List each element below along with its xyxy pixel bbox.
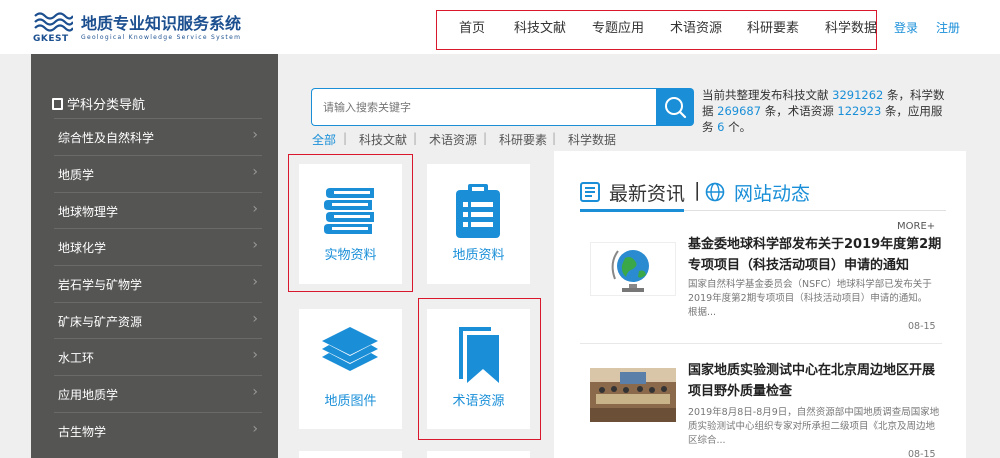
logo-abbr: GKEST xyxy=(33,34,69,44)
sidebar-item[interactable]: 岩石学与矿物学 › xyxy=(54,265,262,302)
chevron-right-icon: › xyxy=(252,237,258,253)
filter-data[interactable]: 科学数据 xyxy=(568,131,616,148)
more-link[interactable]: MORE+ xyxy=(897,221,935,232)
news-icon xyxy=(580,182,600,202)
stats-text: 条，术语资源 xyxy=(764,104,834,118)
filter-all[interactable]: 全部 xyxy=(312,131,336,148)
stats-text: 当前共整理发布科技文献 xyxy=(702,88,829,102)
sidebar-item-label: 应用地质学 xyxy=(58,388,119,402)
article-thumbnail[interactable] xyxy=(590,368,676,422)
filter-literature[interactable]: 科技文献 xyxy=(359,131,407,148)
meeting-room-image xyxy=(590,368,676,422)
chevron-right-icon: › xyxy=(252,164,258,180)
chevron-right-icon: › xyxy=(252,201,258,217)
article-summary: 国家自然科学基金委员会（NSFC）地球科学部已发布关于2019年度第2期专项项目… xyxy=(688,279,942,318)
globe-icon xyxy=(705,182,725,202)
sidebar-item[interactable]: 古生物学 › xyxy=(54,412,262,449)
sidebar-item-label: 综合性及自然科学 xyxy=(58,131,155,145)
stats-data-count: 269687 xyxy=(717,104,762,118)
sidebar-item-label: 岩石学与矿物学 xyxy=(58,278,143,292)
book-icon xyxy=(52,98,63,110)
logo-mark-icon xyxy=(34,12,73,32)
filter-separator: | xyxy=(483,131,488,145)
sidebar-item-label: 矿床与矿产资源 xyxy=(58,315,143,329)
sidebar-item-label: 地质学 xyxy=(58,168,95,182)
sidebar-item-label: 古生物学 xyxy=(58,425,107,439)
sidebar-item[interactable]: 地球物理学 › xyxy=(54,192,262,229)
nav-literature[interactable]: 科技文献 xyxy=(514,17,566,36)
filter-separator: | xyxy=(343,131,348,145)
tab-latest-news[interactable]: 最新资讯 xyxy=(609,179,685,206)
article-date: 08-15 xyxy=(908,449,936,458)
chevron-right-icon: › xyxy=(252,347,258,363)
register-link[interactable]: 注册 xyxy=(936,19,960,36)
filter-separator: | xyxy=(413,131,418,145)
filter-research[interactable]: 科研要素 xyxy=(499,131,547,148)
news-tab-indicator xyxy=(580,209,684,212)
filter-separator: | xyxy=(552,131,557,145)
logo[interactable]: GKEST 地质专业知识服务系统 Geological Knowledge Se… xyxy=(33,8,253,46)
stats-terms-count: 122923 xyxy=(837,104,882,118)
stats-text: 个。 xyxy=(728,120,752,134)
sidebar-item-label: 水工环 xyxy=(58,351,95,365)
stats-summary: 当前共整理发布科技文献 3291262 条，科学数据 269687 条，术语资源… xyxy=(702,87,945,135)
tile-partial xyxy=(427,451,530,458)
chevron-right-icon: › xyxy=(252,274,258,290)
highlight-frame xyxy=(288,154,413,292)
chevron-right-icon: › xyxy=(252,127,258,143)
tile-label: 地质资料 xyxy=(452,248,505,263)
layers-icon xyxy=(322,327,378,371)
article-title[interactable]: 国家地质实验测试中心在北京周边地区开展项目野外质量检查 xyxy=(688,360,942,402)
sidebar-item[interactable]: 水工环 › xyxy=(54,338,262,375)
article-separator xyxy=(580,343,942,344)
search-icon xyxy=(665,97,687,119)
chevron-right-icon: › xyxy=(252,384,258,400)
sidebar-title: 学科分类导航 xyxy=(67,98,146,113)
logo-title: 地质专业知识服务系统 xyxy=(81,14,242,33)
search-input[interactable] xyxy=(312,89,657,125)
stats-literature-count: 3291262 xyxy=(832,88,884,102)
sidebar-header: 学科分类导航 xyxy=(52,94,145,113)
article-title[interactable]: 基金委地球科学部发布关于2019年度第2期专项项目（科技活动项目）申请的通知 xyxy=(688,234,942,276)
article-thumbnail[interactable] xyxy=(590,242,676,296)
subject-sidebar: 学科分类导航 综合性及自然科学 › 地质学 › 地球物理学 › 地球化学 › 岩石学与矿… xyxy=(31,54,278,458)
sidebar-item[interactable]: 应用地质学 › xyxy=(54,375,262,412)
search-button[interactable] xyxy=(656,88,694,126)
logo-subtitle: Geological Knowledge Service System xyxy=(81,34,242,41)
sidebar-item-label: 地球物理学 xyxy=(58,205,119,219)
tile-label: 地质图件 xyxy=(324,394,377,409)
nav-home[interactable]: 首页 xyxy=(459,17,485,36)
nav-data[interactable]: 科学数据 xyxy=(825,17,877,36)
clipboard-list-icon xyxy=(456,184,500,238)
stats-services-count: 6 xyxy=(717,120,725,134)
sidebar-item-label: 地球化学 xyxy=(58,241,107,255)
news-panel: 最新资讯 | 网站动态 MORE+ 基金委地球科学部发布关于2019年度第2期专… xyxy=(554,151,966,458)
nav-topics[interactable]: 专题应用 xyxy=(592,17,644,36)
tile-partial xyxy=(299,451,402,458)
search-box xyxy=(311,88,657,126)
globe-thumbnail-image xyxy=(591,243,675,295)
filter-terms[interactable]: 术语资源 xyxy=(429,131,477,148)
tab-separator: | xyxy=(694,179,701,201)
nav-highlight-frame xyxy=(436,10,877,50)
tab-site-news[interactable]: 网站动态 xyxy=(734,179,810,206)
sidebar-item[interactable]: 地质学 › xyxy=(54,155,262,192)
nav-research[interactable]: 科研要素 xyxy=(747,17,799,36)
article-date: 08-15 xyxy=(908,321,936,332)
nav-terms[interactable]: 术语资源 xyxy=(670,17,722,36)
header: GKEST 地质专业知识服务系统 Geological Knowledge Se… xyxy=(0,0,1000,54)
tile-geological-materials[interactable]: 地质资料 xyxy=(427,164,530,284)
sidebar-item[interactable]: 综合性及自然科学 › xyxy=(54,118,262,155)
sidebar-item[interactable]: 矿床与矿产资源 › xyxy=(54,302,262,339)
login-link[interactable]: 登录 xyxy=(894,19,918,36)
tile-geological-maps[interactable]: 地质图件 xyxy=(299,309,402,429)
sidebar-item[interactable]: 地球化学 › xyxy=(54,228,262,265)
article-summary: 2019年8月8日-8月9日，自然资源部中国地质调查局国家地质实验测试中心组织专… xyxy=(688,407,940,446)
chevron-right-icon: › xyxy=(252,421,258,437)
chevron-right-icon: › xyxy=(252,311,258,327)
highlight-frame xyxy=(418,298,541,440)
